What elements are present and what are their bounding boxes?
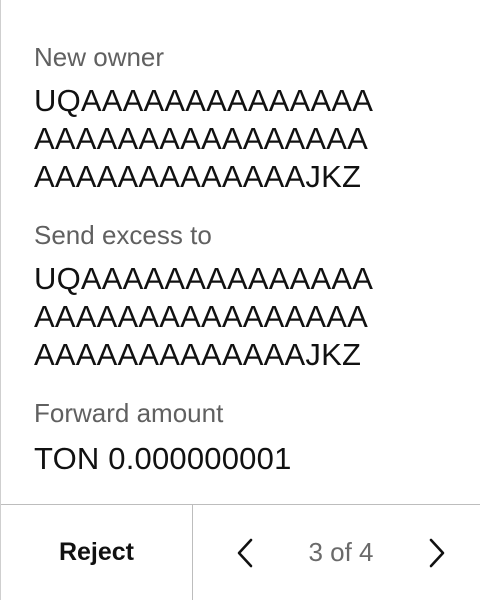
transaction-review-screen: New owner UQAAAAAAAAAAAAAA AAAAAAAAAAAAA… xyxy=(0,0,480,600)
address-line: UQAAAAAAAAAAAAAA xyxy=(34,261,374,296)
address-line: AAAAAAAAAAAAAJKZ xyxy=(34,159,362,194)
chevron-left-icon xyxy=(237,538,253,567)
send-excess-address: UQAAAAAAAAAAAAAA AAAAAAAAAAAAAAAA AAAAAA… xyxy=(34,260,474,374)
new-owner-field: New owner UQAAAAAAAAAAAAAA AAAAAAAAAAAAA… xyxy=(34,40,474,196)
address-line: AAAAAAAAAAAAAJKZ xyxy=(34,337,362,372)
footer-bar: Reject 3 of 4 xyxy=(1,504,480,600)
address-line: AAAAAAAAAAAAAAAA xyxy=(34,121,369,156)
forward-amount-value: TON 0.000000001 xyxy=(34,441,292,476)
chevron-right-icon xyxy=(429,538,445,567)
forward-amount-label: Forward amount xyxy=(34,398,224,428)
new-owner-label: New owner xyxy=(34,42,165,72)
page-indicator: 3 of 4 xyxy=(308,537,374,567)
next-page-button[interactable] xyxy=(423,533,451,573)
previous-page-button[interactable] xyxy=(231,533,259,573)
details-list: New owner UQAAAAAAAAAAAAAA AAAAAAAAAAAAA… xyxy=(34,40,474,500)
forward-amount-field: Forward amount TON 0.000000001 xyxy=(34,396,474,478)
new-owner-address: UQAAAAAAAAAAAAAA AAAAAAAAAAAAAAAA AAAAAA… xyxy=(34,82,474,196)
reject-button[interactable]: Reject xyxy=(1,505,193,600)
send-excess-label: Send excess to xyxy=(34,220,212,250)
address-line: AAAAAAAAAAAAAAAA xyxy=(34,299,369,334)
pagination: 3 of 4 xyxy=(193,505,480,600)
send-excess-field: Send excess to UQAAAAAAAAAAAAAA AAAAAAAA… xyxy=(34,218,474,374)
address-line: UQAAAAAAAAAAAAAA xyxy=(34,83,374,118)
